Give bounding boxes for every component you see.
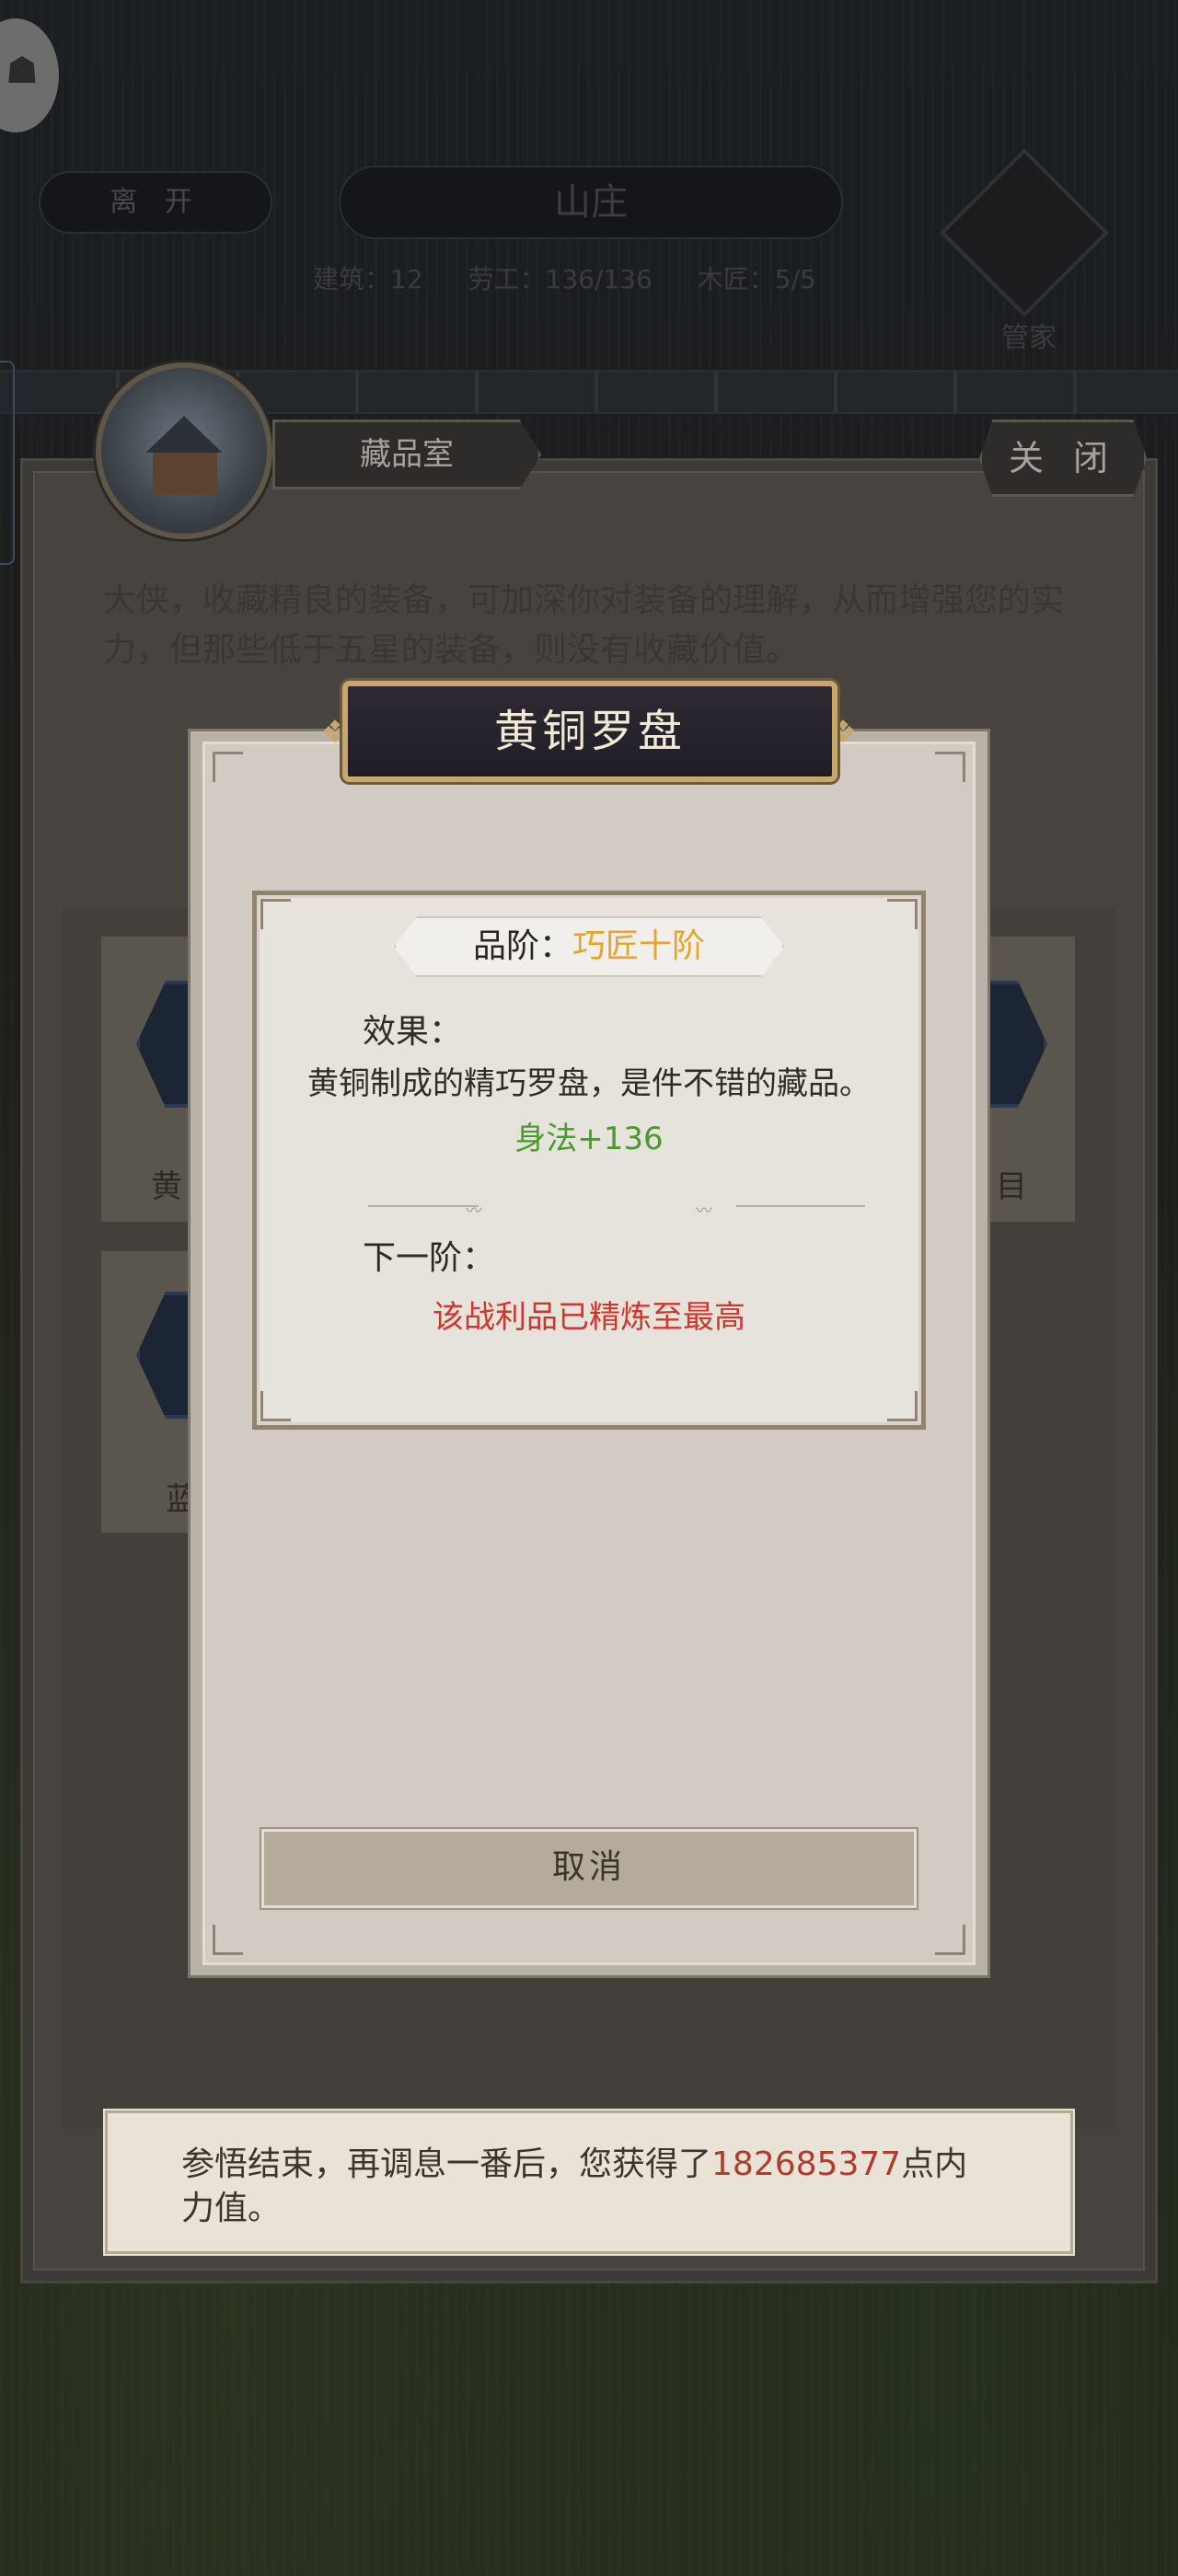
effect-stat: 身法+136 [514, 1121, 664, 1157]
effect-description: 黄铜制成的精巧罗盘，是件不错的藏品。 [307, 1065, 871, 1102]
effect-label: 效果： [363, 1013, 463, 1051]
divider-ornament-icon: 〰 [696, 1202, 712, 1221]
divider-left [368, 1205, 479, 1207]
max-refined-text: 该战利品已精炼至最高 [433, 1299, 745, 1336]
next-tier-label: 下一阶： [363, 1239, 496, 1277]
divider-right [736, 1205, 865, 1207]
divider-ornament-icon: 〰 [466, 1202, 482, 1221]
cancel-button[interactable]: 取消 [260, 1827, 918, 1910]
grade-value: 巧匠十阶 [572, 927, 706, 965]
grade-ribbon: 品阶：巧匠十阶 [394, 916, 784, 977]
grade-label: 品阶： [472, 927, 572, 965]
item-title: 黄铜罗盘 [342, 681, 837, 782]
